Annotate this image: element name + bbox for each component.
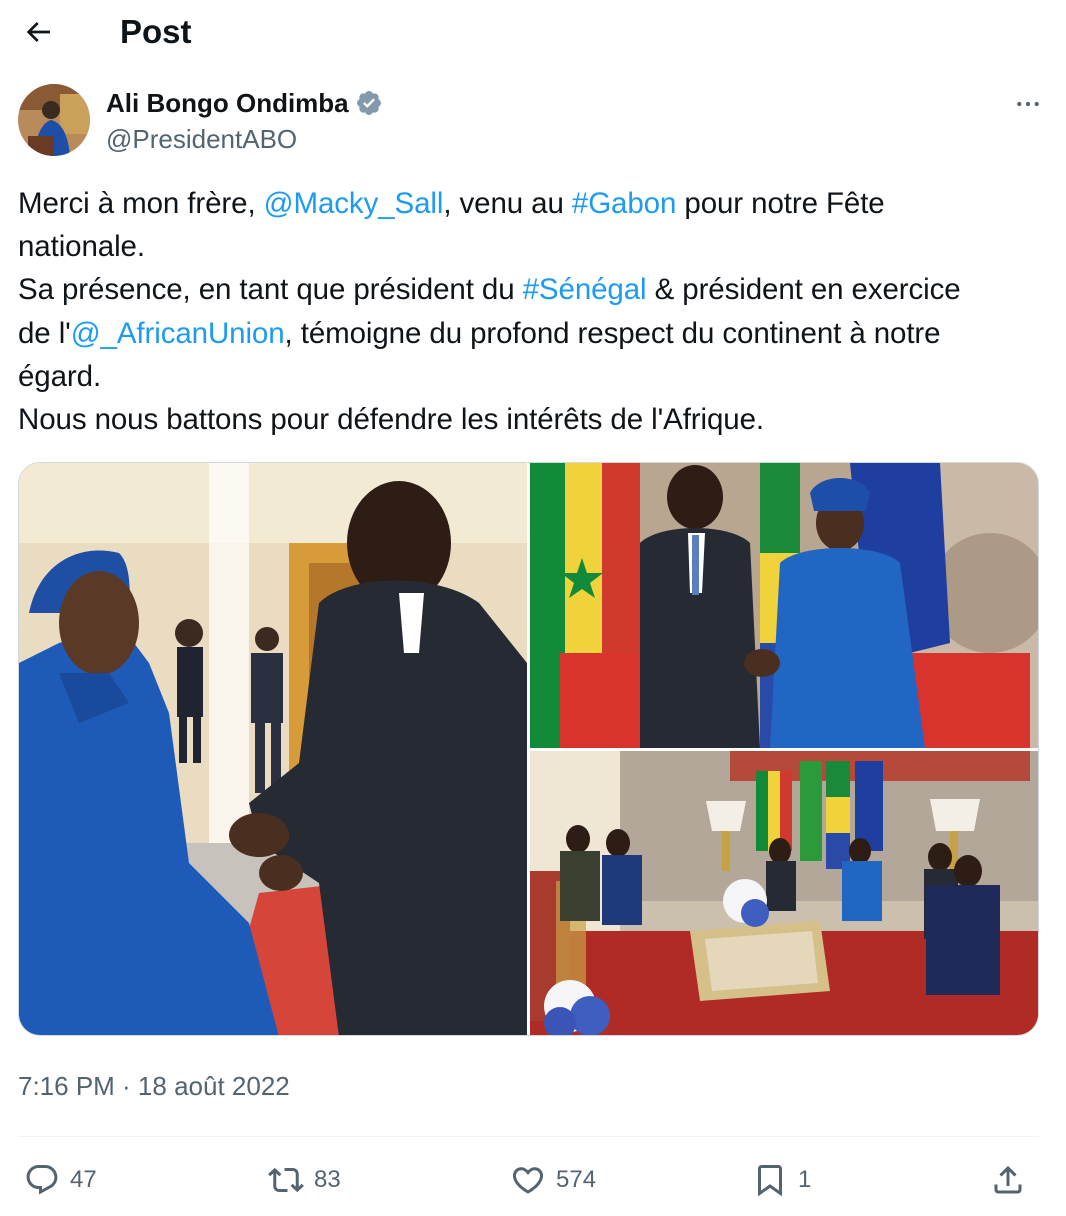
- tweet-text: Merci à mon frère, @Macky_Sall, venu au …: [18, 182, 1048, 441]
- photo-meeting[interactable]: [530, 751, 1038, 1035]
- photo-flags-handshake[interactable]: [530, 463, 1038, 748]
- post-header: Post: [0, 0, 1066, 64]
- hashtag-senegal[interactable]: #Sénégal: [523, 273, 647, 306]
- media-grid: [18, 462, 1039, 1036]
- tweet-line-3: Sa présence, en tant que président du #S…: [18, 273, 961, 307]
- share-icon: [994, 1165, 1022, 1194]
- avatar[interactable]: [18, 84, 90, 156]
- action-bar: 47 83 574 1: [18, 1152, 1039, 1208]
- mention-macky-sall[interactable]: @Macky_Sall: [264, 187, 444, 220]
- photo-handshake[interactable]: [19, 463, 527, 1035]
- arrow-left-icon: [26, 22, 50, 42]
- repost-count: 83: [314, 1166, 341, 1193]
- author-block: Ali Bongo Ondimba @PresidentABO: [18, 84, 1048, 160]
- divider: [18, 1136, 1039, 1137]
- mention-african-union[interactable]: @_AfricanUnion: [71, 317, 285, 350]
- page-title: Post: [120, 13, 192, 50]
- repost-icon: [268, 1167, 304, 1193]
- like-count: 574: [556, 1166, 597, 1193]
- tweet-line-2: nationale.: [18, 230, 145, 264]
- hashtag-gabon[interactable]: #Gabon: [572, 187, 676, 220]
- author-name[interactable]: Ali Bongo Ondimba: [106, 86, 383, 120]
- bookmark-count: 1: [798, 1166, 812, 1193]
- heart-icon: [512, 1167, 544, 1194]
- tweet-line-6: Nous nous battons pour défendre les inté…: [18, 403, 764, 437]
- reply-button[interactable]: 47: [24, 1152, 97, 1208]
- tweet-line-1: Merci à mon frère, @Macky_Sall, venu au …: [18, 187, 885, 220]
- verified-badge-icon: [356, 91, 381, 115]
- tweet-line-4: de l'@_AfricanUnion, témoigne du profond…: [18, 316, 941, 350]
- more-horizontal-icon: [1017, 101, 1039, 107]
- tweet-line-5: égard.: [18, 359, 102, 393]
- more-button[interactable]: [1008, 88, 1048, 120]
- author-name-text: Ali Bongo Ondimba: [106, 88, 349, 118]
- author-handle[interactable]: @PresidentABO: [106, 122, 297, 156]
- post-timestamp[interactable]: 7:16 PM · 18 août 2022: [18, 1068, 290, 1104]
- repost-button[interactable]: 83: [268, 1152, 341, 1208]
- share-button[interactable]: [990, 1152, 1026, 1208]
- bookmark-button[interactable]: 1: [752, 1152, 811, 1208]
- reply-icon: [26, 1165, 58, 1195]
- reply-count: 47: [70, 1166, 97, 1193]
- like-button[interactable]: 574: [510, 1152, 596, 1208]
- back-button[interactable]: [18, 12, 58, 52]
- bookmark-icon: [758, 1165, 782, 1197]
